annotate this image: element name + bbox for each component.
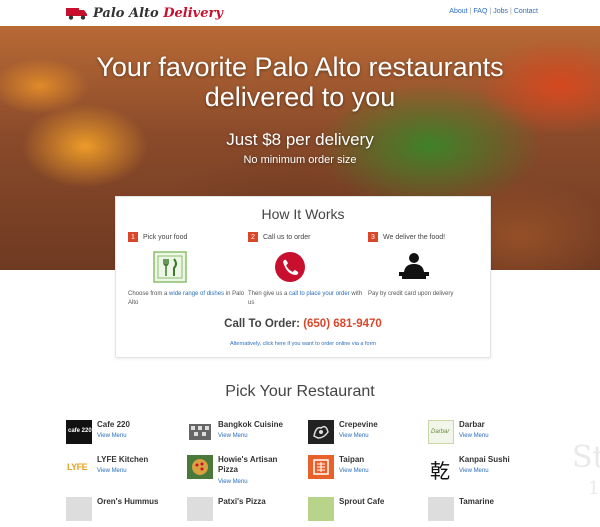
step-1: 1 Pick your food Choose from a wide rang… — [128, 232, 248, 306]
restaurant-item[interactable]: Darbar Darbar View Menu — [428, 420, 543, 450]
restaurant-logo — [308, 497, 334, 521]
step-number: 1 — [128, 232, 138, 242]
restaurant-logo-text: Darbar — [431, 429, 450, 435]
call-to-order: Call To Order: (650) 681-9470 — [116, 318, 490, 330]
step-3: 3 We deliver the food! Pay by credit car… — [368, 232, 488, 297]
restaurant-logo — [308, 455, 334, 479]
restaurant-logo: Darbar — [428, 420, 454, 444]
restaurant-logo-text: LYFE — [67, 462, 88, 472]
view-menu-link[interactable]: View Menu — [97, 468, 127, 474]
call-to-order-label: Call To Order: — [224, 318, 300, 330]
restaurant-item[interactable]: Tamarine — [428, 497, 543, 527]
fork-knife-icon — [153, 251, 187, 283]
top-bar: Palo Alto Delivery About | FAQ | Jobs | … — [0, 0, 600, 26]
view-menu-link[interactable]: View Menu — [218, 433, 248, 439]
watermark-text: 1 — [588, 478, 600, 499]
how-it-works-title: How It Works — [261, 206, 345, 222]
step-label: We deliver the food! — [383, 233, 446, 241]
delivery-person-icon — [399, 253, 429, 279]
step-description: Then give us a call to place your order … — [248, 290, 368, 308]
nav-jobs-link[interactable]: Jobs — [493, 8, 508, 15]
restaurant-name[interactable]: Crepevine — [339, 420, 378, 430]
phone-number[interactable]: (650) 681-9470 — [303, 318, 382, 330]
restaurant-logo-text: cafe 220 — [68, 428, 92, 434]
step-desc-text: Pay by credit card upon delivery — [368, 291, 454, 297]
restaurant-item[interactable]: cafe 220 Cafe 220 View Menu — [66, 420, 181, 450]
restaurant-item[interactable]: Bangkok Cuisine View Menu — [187, 420, 302, 450]
phone-icon — [275, 252, 305, 282]
brand-name: Palo Alto Delivery — [93, 6, 223, 21]
restaurant-logo — [308, 420, 334, 444]
view-menu-link[interactable]: View Menu — [459, 433, 489, 439]
nav-separator: | — [510, 8, 512, 15]
hero-title-line2: delivered to you — [204, 82, 396, 112]
hero-title-line1: Your favorite Palo Alto restaurants — [96, 52, 504, 82]
top-nav: About | FAQ | Jobs | Contact — [449, 8, 538, 15]
view-menu-link[interactable]: View Menu — [459, 468, 489, 474]
restaurant-item[interactable]: Howie's Artisan Pizza View Menu — [187, 455, 302, 485]
step-2: 2 Call us to order Then give us a call t… — [248, 232, 368, 306]
restaurant-item[interactable]: Oren's Hummus — [66, 497, 181, 527]
restaurant-item[interactable]: Patxi's Pizza — [187, 497, 302, 527]
restaurant-logo — [187, 420, 213, 444]
nav-separator: | — [469, 8, 472, 15]
step-number: 3 — [368, 232, 378, 242]
restaurant-name[interactable]: Taipan — [339, 455, 364, 465]
restaurant-item[interactable]: Taipan View Menu — [308, 455, 423, 485]
restaurant-name[interactable]: Bangkok Cuisine — [218, 420, 283, 430]
restaurant-name[interactable]: Kanpai Sushi — [459, 455, 510, 465]
view-menu-link[interactable]: View Menu — [97, 433, 127, 439]
restaurant-name-text: Howie's Artisan Pizza — [218, 455, 278, 474]
restaurant-item[interactable]: LYFE LYFE Kitchen View Menu — [66, 455, 181, 485]
restaurant-logo — [428, 497, 454, 521]
step-description: Choose from a wide range of dishes in Pa… — [128, 290, 248, 308]
step-desc-text: Choose from a — [128, 291, 170, 297]
pick-restaurant-title: Pick Your Restaurant — [225, 383, 375, 400]
restaurant-name[interactable]: LYFE Kitchen — [97, 455, 148, 465]
step-description: Pay by credit card upon delivery — [368, 290, 488, 299]
restaurant-logo — [187, 497, 213, 521]
call-to-order-link[interactable]: call to place your order — [289, 291, 350, 297]
hero-price: Just $8 per delivery — [226, 130, 374, 149]
step-header: 1 Pick your food — [128, 232, 248, 242]
restaurant-logo: LYFE — [66, 455, 92, 479]
restaurant-name[interactable]: Darbar — [459, 420, 485, 430]
step-desc-text: Then give us a — [248, 291, 290, 297]
view-menu-link[interactable]: View Menu — [218, 479, 248, 485]
nav-separator: | — [489, 8, 492, 15]
restaurant-name[interactable]: Howie's Artisan Pizza — [218, 455, 288, 475]
brand-name-part2: Delivery — [163, 5, 223, 21]
brand-name-part1: Palo Alto — [93, 5, 159, 21]
restaurant-item[interactable]: 乾 Kanpai Sushi View Menu — [428, 455, 543, 485]
restaurant-name[interactable]: Cafe 220 — [97, 420, 130, 430]
nav-about-link[interactable]: About — [449, 8, 467, 15]
hero-min-order: No minimum order size — [243, 154, 357, 166]
step-number: 2 — [248, 232, 258, 242]
step-header: 3 We deliver the food! — [368, 232, 488, 242]
restaurant-logo: cafe 220 — [66, 420, 92, 444]
restaurant-item[interactable]: Crepevine View Menu — [308, 420, 423, 450]
hero-title: Your favorite Palo Alto restaurants deli… — [0, 52, 600, 112]
view-menu-link[interactable]: View Menu — [339, 468, 369, 474]
restaurant-item[interactable]: Sprout Cafe — [308, 497, 423, 527]
step-header: 2 Call us to order — [248, 232, 368, 242]
nav-faq-link[interactable]: FAQ — [473, 8, 487, 15]
delivery-truck-icon — [66, 8, 87, 20]
how-it-works-card: How It Works 1 Pick your food Choose fro… — [115, 196, 491, 358]
watermark-text: St — [572, 440, 600, 475]
restaurant-logo — [187, 455, 213, 479]
restaurant-logo-text: 乾 — [430, 461, 450, 483]
restaurant-logo: 乾 — [428, 455, 454, 483]
nav-contact-link[interactable]: Contact — [514, 8, 538, 15]
step-label: Pick your food — [143, 233, 188, 241]
order-online-link[interactable]: Alternatively, click here if you want to… — [116, 341, 490, 347]
step-label: Call us to order — [263, 233, 311, 241]
restaurant-logo — [66, 497, 92, 521]
wide-range-link[interactable]: wide range of dishes — [169, 291, 224, 297]
view-menu-link[interactable]: View Menu — [339, 433, 369, 439]
brand-logo[interactable]: Palo Alto Delivery — [66, 4, 223, 22]
